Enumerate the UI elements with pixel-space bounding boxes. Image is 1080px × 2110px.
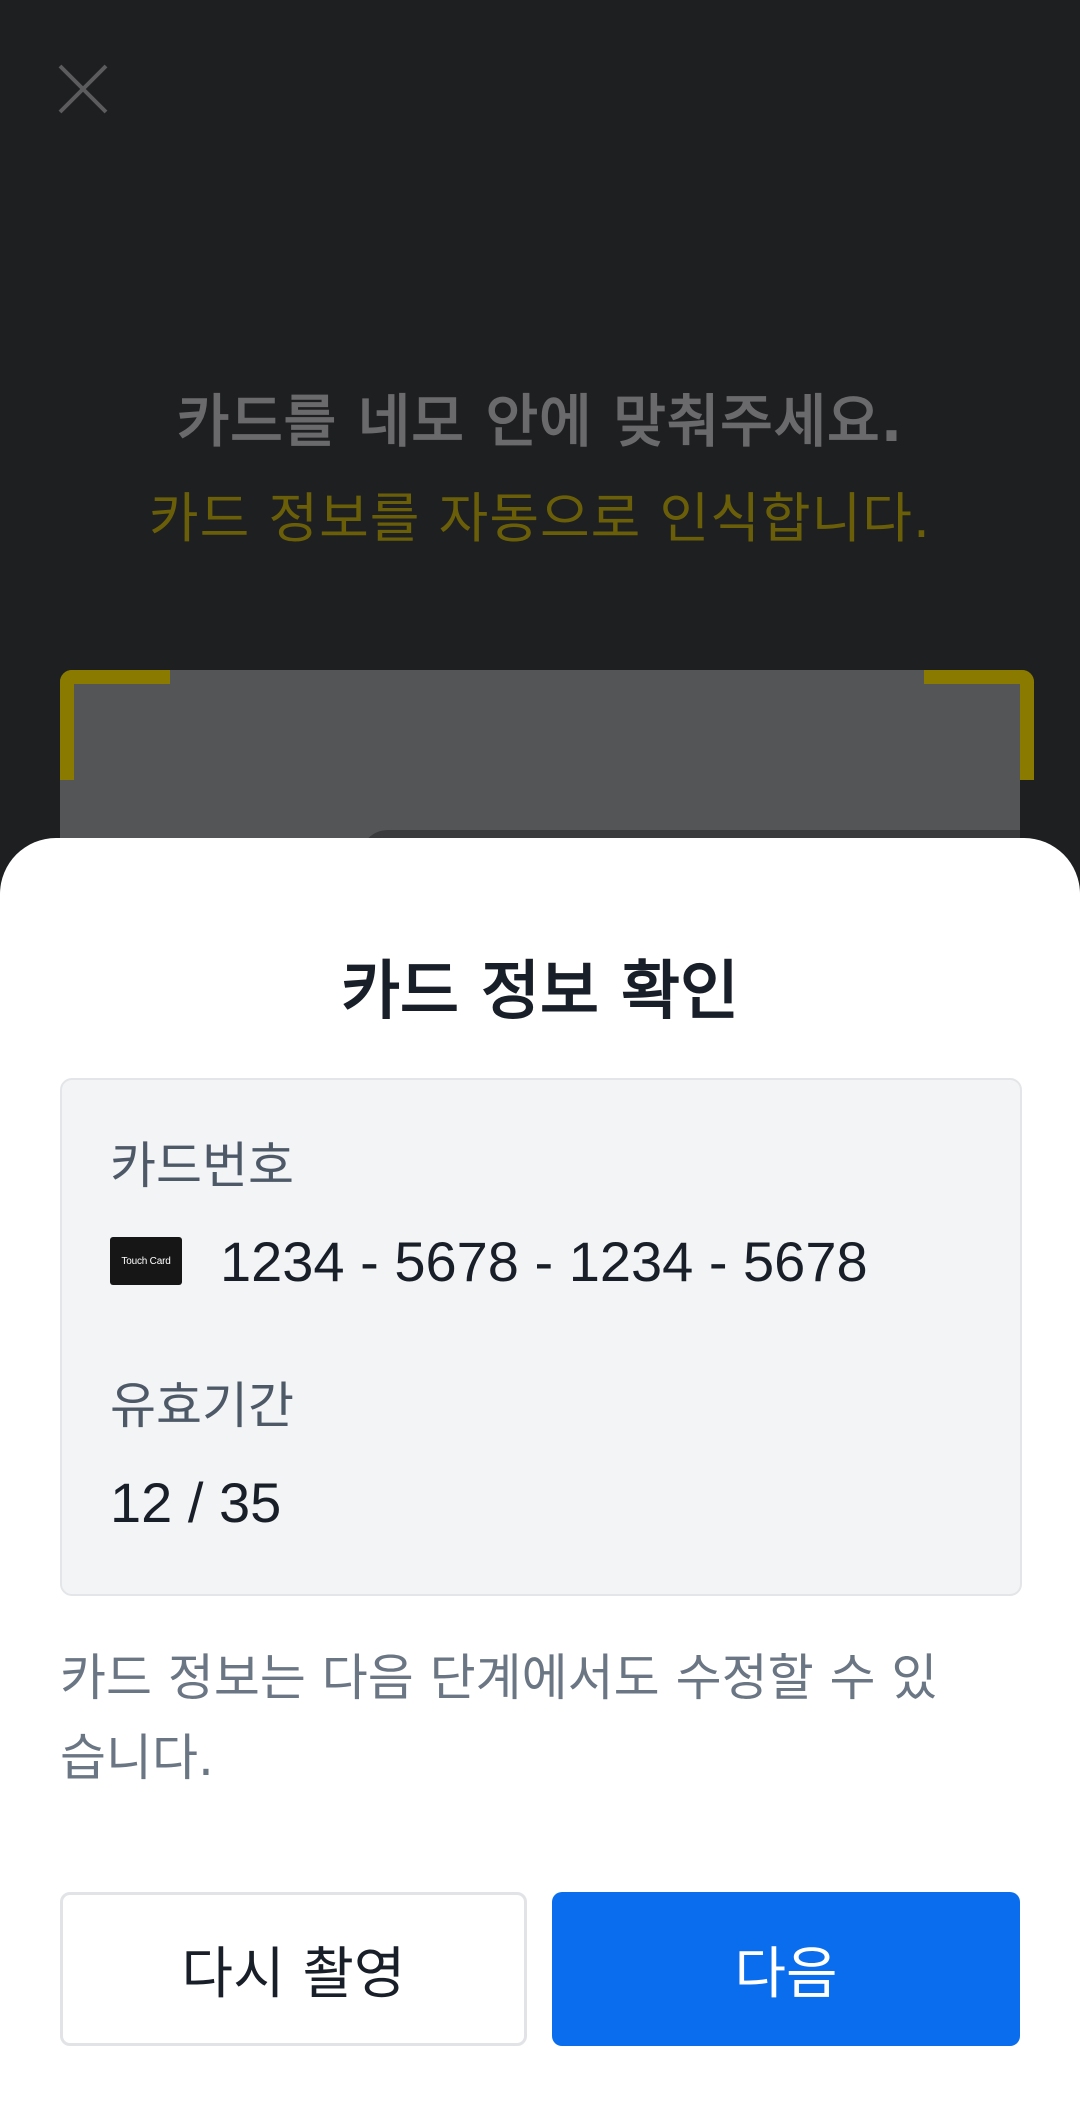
scan-instruction-title: 카드를 네모 안에 맞춰주세요.	[176, 389, 904, 455]
expiry-label: 유효기간	[110, 1377, 294, 1435]
expiry-value: 12 / 35	[110, 1471, 282, 1534]
frame-corner-top-left	[60, 670, 170, 780]
frame-corner-top-right	[924, 670, 1034, 780]
scan-instruction-subtitle: 카드 정보를 자동으로 인식합니다.	[148, 487, 932, 550]
card-confirm-bottom-sheet: 카드 정보 확인 카드번호 Touch Card 1234 - 5678 - 1…	[0, 838, 1080, 2110]
edit-later-notice: 카드 정보는 다음 단계에서도 수정할 수 있습니다.	[60, 1649, 938, 1787]
card-number-label: 카드번호	[110, 1137, 294, 1195]
close-icon	[58, 64, 108, 114]
close-button[interactable]	[56, 62, 110, 116]
card-info-box: 카드번호 Touch Card 1234 - 5678 - 1234 - 567…	[60, 1078, 1022, 1596]
retake-button[interactable]: 다시 촬영	[60, 1892, 527, 2046]
card-number-value: 1234 - 5678 - 1234 - 5678	[220, 1229, 868, 1293]
card-brand-icon: Touch Card	[110, 1237, 182, 1285]
next-button[interactable]: 다음	[552, 1892, 1020, 2046]
card-number-row: Touch Card 1234 - 5678 - 1234 - 5678	[110, 1226, 868, 1296]
sheet-title: 카드 정보 확인	[341, 955, 739, 1029]
